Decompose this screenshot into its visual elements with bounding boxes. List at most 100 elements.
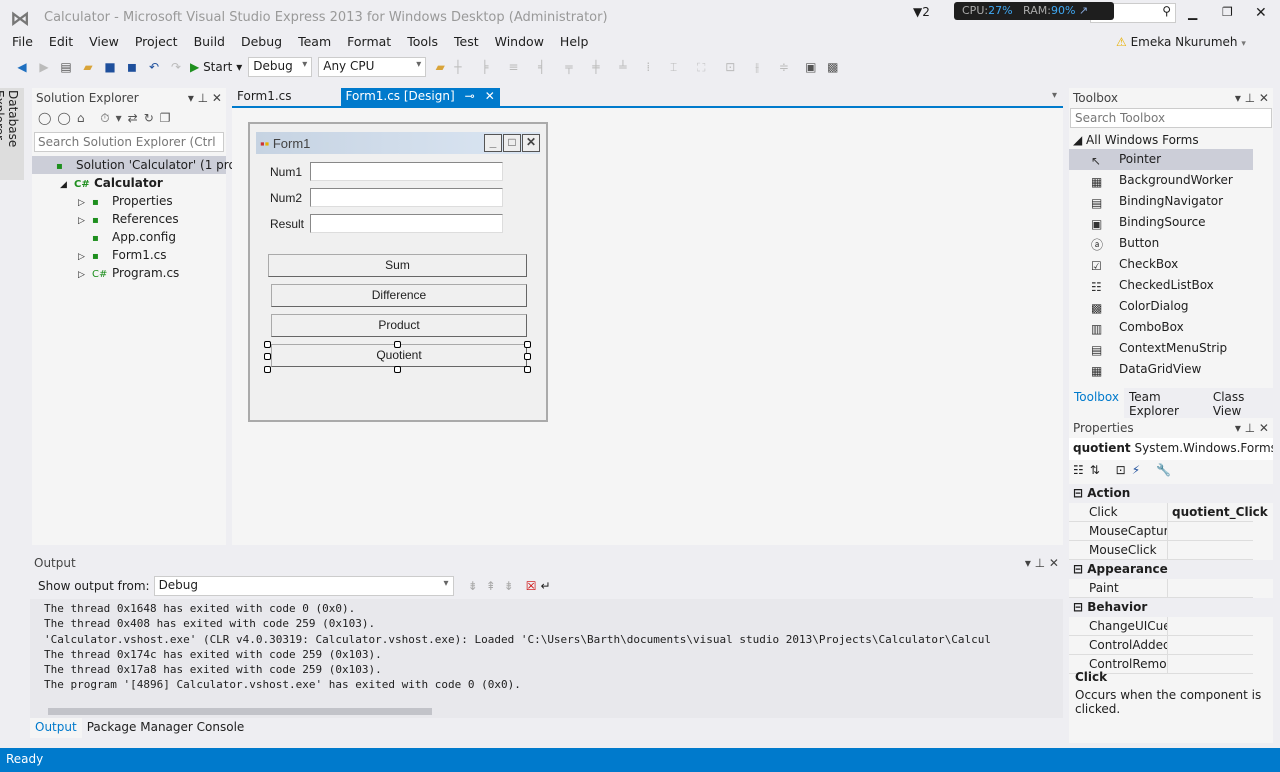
- output-tab-0[interactable]: Output: [30, 718, 82, 738]
- warning-icon: ⚠: [1116, 35, 1127, 49]
- property-category[interactable]: ⊟ Action: [1069, 484, 1273, 503]
- property-row[interactable]: ChangeUICues: [1069, 617, 1273, 636]
- resize-handle[interactable]: [264, 366, 271, 373]
- menu-edit[interactable]: Edit: [41, 34, 81, 49]
- resize-handle[interactable]: [524, 341, 531, 348]
- toolbox-item[interactable]: ▥ ComboBox: [1069, 317, 1273, 338]
- forward-icon[interactable]: ▶: [36, 59, 52, 75]
- platform-select[interactable]: Any CPU: [318, 57, 427, 77]
- toolbox-search-input[interactable]: Search Toolbox: [1070, 108, 1272, 128]
- tree-item[interactable]: ▷ ▪ Form1.cs: [32, 246, 226, 264]
- toolbox-tab-2[interactable]: Class View: [1207, 388, 1273, 420]
- output-tab-1[interactable]: Package Manager Console: [82, 718, 250, 738]
- save-icon[interactable]: ■: [102, 59, 118, 75]
- bring-front-icon[interactable]: ▣: [803, 59, 819, 75]
- toolbox-item[interactable]: ↖ Pointer: [1069, 149, 1253, 170]
- word-wrap-icon[interactable]: ↵: [541, 579, 551, 593]
- toolbox-item[interactable]: ▦ DataGridView: [1069, 359, 1273, 380]
- properties-toolbar[interactable]: ☷⇅ ⊡⚡ 🔧: [1069, 460, 1273, 484]
- back-icon[interactable]: ◀: [14, 59, 30, 75]
- start-button[interactable]: ▶ Start ▾: [190, 60, 242, 74]
- expand-arrow-icon[interactable]: ▷: [78, 266, 92, 284]
- menu-view[interactable]: View: [81, 34, 127, 49]
- tab-0[interactable]: Form1.cs: [232, 88, 297, 106]
- resize-handle[interactable]: [524, 353, 531, 360]
- menu-window[interactable]: Window: [487, 34, 552, 49]
- tree-item[interactable]: ▪ Solution 'Calculator' (1 project: [32, 156, 258, 174]
- property-row[interactable]: Click quotient_Click: [1069, 503, 1273, 522]
- textbox-num2[interactable]: [310, 188, 503, 207]
- menu-test[interactable]: Test: [446, 34, 487, 49]
- toolbox-item[interactable]: ☑ CheckBox: [1069, 254, 1273, 275]
- redo-icon[interactable]: ↷: [168, 59, 184, 75]
- find-icon[interactable]: ▰: [432, 59, 448, 75]
- property-row[interactable]: MouseClick: [1069, 541, 1273, 560]
- tree-item[interactable]: ▪ App.config: [32, 228, 226, 246]
- menu-file[interactable]: File: [4, 34, 41, 49]
- user-account[interactable]: ⚠ Emeka Nkurumeh ▾: [1116, 35, 1246, 49]
- output-text[interactable]: The thread 0x1648 has exited with code 0…: [30, 599, 1063, 704]
- clear-all-icon[interactable]: ☒: [526, 579, 537, 593]
- toolbox-item[interactable]: ▣ BindingSource: [1069, 212, 1273, 233]
- tab-1[interactable]: Form1.cs [Design] ⊸ ✕: [340, 88, 500, 106]
- resize-handle[interactable]: [394, 366, 401, 373]
- tree-item[interactable]: ◢ C# Calculator: [32, 174, 226, 192]
- tree-item[interactable]: ▷ ▪ Properties: [32, 192, 226, 210]
- pin-icon[interactable]: ⊸: [465, 89, 475, 103]
- perf-monitor: CPU:27% RAM:90% ↗: [954, 2, 1114, 20]
- solution-toolbar[interactable]: ◯◯⌂ ⏱▾⇄↻❐: [32, 108, 226, 132]
- resize-handle[interactable]: [264, 341, 271, 348]
- solution-search-input[interactable]: Search Solution Explorer (Ctrl: [34, 132, 224, 152]
- toolbox-item[interactable]: ▤ ContextMenuStrip: [1069, 338, 1273, 359]
- toolbox-item[interactable]: ▤ BindingNavigator: [1069, 191, 1273, 212]
- close-button[interactable]: ✕: [1255, 5, 1267, 21]
- output-source-select[interactable]: Debug: [153, 576, 454, 596]
- menu-tools[interactable]: Tools: [399, 34, 446, 49]
- tree-item[interactable]: ▷ ▪ References: [32, 210, 226, 228]
- new-project-icon[interactable]: ▤: [58, 59, 74, 75]
- toolbox-item[interactable]: ▦ BackgroundWorker: [1069, 170, 1273, 191]
- restore-button[interactable]: ❐: [1222, 5, 1233, 19]
- menu-debug[interactable]: Debug: [233, 34, 290, 49]
- button-sum[interactable]: Sum: [268, 254, 527, 277]
- close-tab-icon[interactable]: ✕: [485, 89, 495, 103]
- toolbox-item[interactable]: ▩ ColorDialog: [1069, 296, 1273, 317]
- menu-team[interactable]: Team: [290, 34, 339, 49]
- output-hscrollbar[interactable]: [30, 704, 1063, 718]
- textbox-result[interactable]: [310, 214, 503, 233]
- toolbox-tab-0[interactable]: Toolbox: [1069, 388, 1124, 420]
- menu-format[interactable]: Format: [339, 34, 399, 49]
- resize-handle[interactable]: [394, 341, 401, 348]
- menu-bar: File Edit View Project Build Debug Team Format T…: [4, 34, 596, 49]
- object-selector[interactable]: quotient System.Windows.Forms.: [1069, 438, 1273, 460]
- database-explorer-strip[interactable]: Database Explorer: [0, 88, 24, 180]
- button-product[interactable]: Product: [271, 314, 527, 337]
- menu-help[interactable]: Help: [552, 34, 597, 49]
- tab-dropdown[interactable]: ▾: [1052, 90, 1057, 101]
- undo-icon[interactable]: ↶: [146, 59, 162, 75]
- menu-build[interactable]: Build: [186, 34, 233, 49]
- property-category[interactable]: ⊟ Appearance: [1069, 560, 1273, 579]
- open-file-icon[interactable]: ▰: [80, 59, 96, 75]
- save-all-icon[interactable]: ◼: [124, 59, 140, 75]
- menu-project[interactable]: Project: [127, 34, 186, 49]
- send-back-icon[interactable]: ▩: [825, 59, 841, 75]
- property-category[interactable]: ⊟ Behavior: [1069, 598, 1273, 617]
- resize-handle[interactable]: [264, 353, 271, 360]
- toolbox-item[interactable]: ⓐ Button: [1069, 233, 1273, 254]
- notifications[interactable]: ▼2: [913, 5, 930, 19]
- expand-arrow-icon[interactable]: ◢: [60, 176, 74, 194]
- tree-item[interactable]: ▷ C# Program.cs: [32, 264, 226, 282]
- minimize-button[interactable]: ▁: [1188, 6, 1197, 20]
- toolbox-group[interactable]: ◢ All Windows Forms: [1069, 128, 1273, 149]
- toolbox-item[interactable]: ☷ CheckedListBox: [1069, 275, 1273, 296]
- config-select[interactable]: Debug: [248, 57, 313, 77]
- toolbar: ◀ ▶ ▤ ▰ ■ ◼ ↶ ↷ ▶ Start ▾ Debug Any CPU …: [14, 57, 841, 77]
- resize-handle[interactable]: [524, 366, 531, 373]
- property-row[interactable]: MouseCapture: [1069, 522, 1273, 541]
- property-row[interactable]: ControlAdded: [1069, 636, 1273, 655]
- button-difference[interactable]: Difference: [271, 284, 527, 307]
- toolbox-tab-1[interactable]: Team Explorer: [1124, 388, 1208, 420]
- textbox-num1[interactable]: [310, 162, 503, 181]
- property-row[interactable]: Paint: [1069, 579, 1273, 598]
